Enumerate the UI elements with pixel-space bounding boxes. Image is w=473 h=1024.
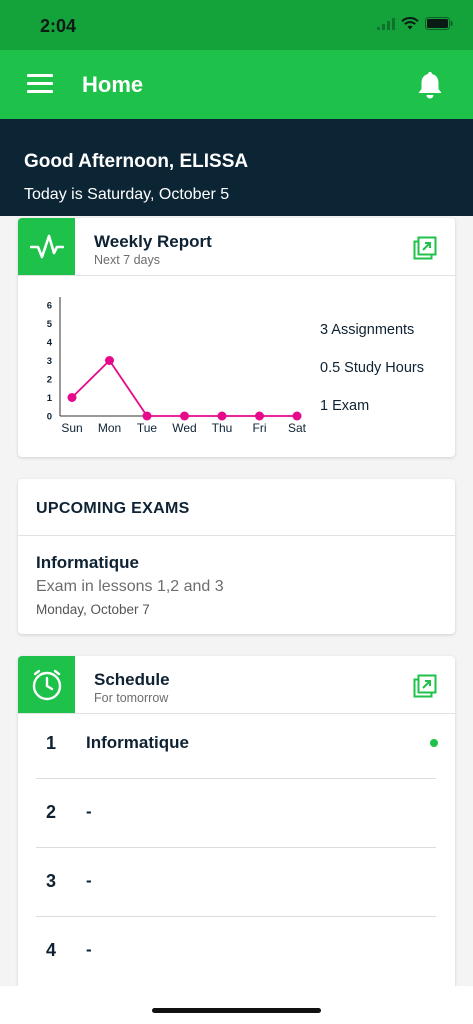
upcoming-exams-title: UPCOMING EXAMS — [36, 500, 190, 517]
weekly-report-card[interactable]: Weekly Report Next 7 days 0 1 2 3 4 5 6 Sun Mon T… — [18, 218, 455, 457]
active-indicator-dot — [430, 739, 438, 747]
period-subject: - — [86, 940, 92, 959]
exam-description: Exam in lessons 1,2 and 3 — [36, 578, 224, 595]
exam-subject: Informatique — [36, 553, 139, 572]
schedule-card[interactable]: Schedule For tomorrow 1 Informatique 2 -… — [18, 656, 455, 996]
exam-date: Monday, October 7 — [36, 602, 150, 617]
stat-exams: 1 Exam — [320, 398, 370, 414]
weekly-report-subtitle: Next 7 days — [94, 253, 161, 267]
app-bar: Home — [0, 50, 473, 119]
period-number: 1 — [46, 733, 57, 753]
greeting-date: Today is Saturday, October 5 — [24, 186, 230, 203]
open-external-icon[interactable] — [413, 674, 437, 698]
schedule-subtitle: For tomorrow — [94, 691, 169, 705]
data-point — [180, 411, 189, 421]
weekly-report-header: Weekly Report Next 7 days — [18, 218, 455, 276]
weekly-line-chart: 0 1 2 3 4 5 6 Sun Mon Tue Wed Thu Fri Sat — [47, 297, 307, 435]
stat-study-hours: 0.5 Study Hours — [320, 360, 424, 376]
x-tick-label: Wed — [172, 421, 196, 435]
bottom-safe-area — [0, 986, 473, 1024]
bell-icon[interactable] — [416, 70, 444, 100]
weekly-stats: 3 Assignments 0.5 Study Hours 1 Exam — [320, 322, 424, 436]
y-tick-label: 0 — [47, 412, 52, 423]
schedule-row[interactable]: 3 - — [36, 849, 436, 917]
upcoming-exams-header: UPCOMING EXAMS — [18, 479, 455, 536]
x-tick-label: Thu — [212, 421, 233, 435]
period-number: 4 — [46, 940, 57, 960]
schedule-header: Schedule For tomorrow — [18, 656, 455, 714]
home-indicator[interactable] — [152, 1008, 321, 1013]
schedule-row[interactable]: 1 Informatique — [36, 711, 438, 779]
period-number: 2 — [46, 802, 57, 822]
data-point — [255, 411, 264, 421]
x-tick-label: Sun — [61, 421, 82, 435]
schedule-row[interactable]: 4 - — [36, 918, 436, 986]
y-tick-label: 2 — [47, 375, 52, 386]
x-tick-label: Sat — [288, 421, 307, 435]
data-point — [142, 411, 152, 421]
upcoming-exams-card[interactable]: UPCOMING EXAMS Informatique Exam in less… — [18, 479, 455, 634]
data-point — [292, 411, 302, 421]
greeting-title: Good Afternoon, ELISSA — [24, 151, 249, 172]
data-point — [105, 356, 114, 365]
y-tick-label: 4 — [47, 338, 53, 349]
signal-icon — [377, 17, 395, 35]
x-tick-label: Mon — [98, 421, 121, 435]
page-title: Home — [82, 72, 144, 97]
series-line — [71, 359, 297, 417]
period-subject: - — [86, 871, 92, 890]
data-point — [67, 393, 77, 402]
y-tick-label: 3 — [47, 356, 52, 367]
status-bar: 2:04 — [0, 0, 473, 50]
schedule-row[interactable]: 2 - — [36, 780, 436, 848]
clock-icon — [18, 656, 75, 713]
stat-assignments: 3 Assignments — [320, 322, 415, 338]
open-external-icon[interactable] — [413, 236, 437, 260]
period-number: 3 — [46, 871, 57, 891]
schedule-title: Schedule — [94, 670, 170, 689]
battery-icon — [425, 17, 453, 35]
data-point — [217, 411, 227, 421]
status-time: 2:04 — [40, 16, 77, 36]
weekly-report-title: Weekly Report — [94, 232, 212, 251]
y-tick-label: 5 — [47, 319, 53, 330]
greeting-banner: Good Afternoon, ELISSA Today is Saturday… — [0, 119, 473, 216]
activity-icon — [18, 218, 75, 275]
x-tick-label: Tue — [137, 421, 158, 435]
y-tick-label: 6 — [47, 301, 52, 312]
period-subject: Informatique — [86, 733, 189, 752]
y-tick-label: 1 — [47, 393, 53, 404]
wifi-icon — [401, 17, 419, 35]
x-tick-label: Fri — [253, 421, 267, 435]
period-subject: - — [86, 802, 92, 821]
status-icons — [377, 17, 453, 35]
menu-icon[interactable] — [27, 74, 53, 94]
